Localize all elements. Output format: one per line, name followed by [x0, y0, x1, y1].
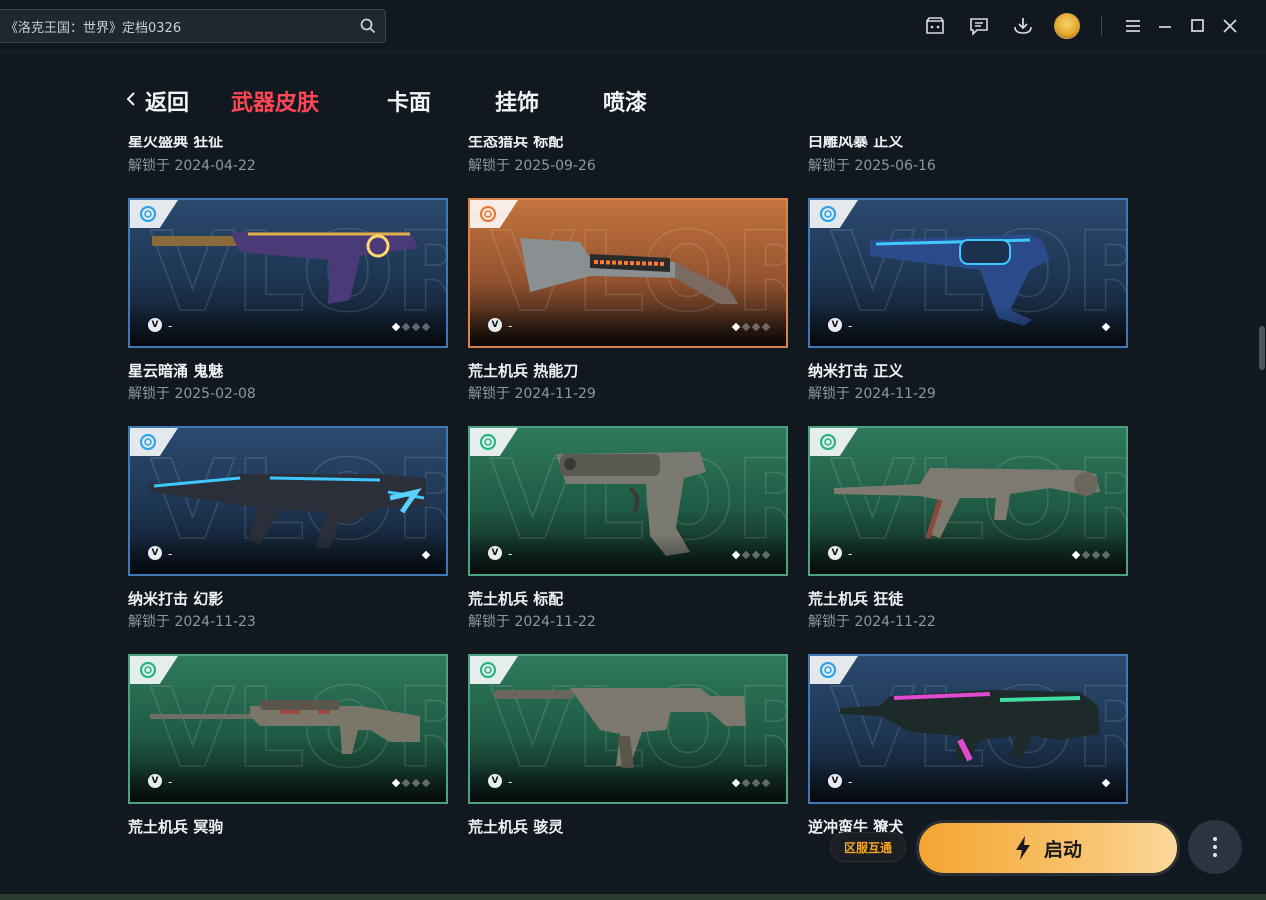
search-icon[interactable]: [359, 17, 377, 35]
item-name: 荒土机兵 冥驹: [128, 818, 224, 836]
skin-card[interactable]: VLORV-: [808, 426, 1128, 576]
variant-label: -: [168, 775, 173, 789]
tier-icon: [479, 205, 497, 223]
partial-row-clip: 星火盛典 狂征 生态猎兵 标配 白雕风暴 正义: [0, 136, 1266, 150]
valorant-logo-icon: V: [488, 774, 502, 788]
tier-icon: [139, 433, 157, 451]
maximize-icon[interactable]: [1185, 14, 1209, 38]
avatar[interactable]: [1054, 13, 1080, 39]
message-icon[interactable]: [967, 14, 991, 38]
tier-icon: [479, 433, 497, 451]
unlock-date: 解锁于 2024-11-22: [468, 614, 596, 630]
variant-dots: [421, 550, 431, 560]
skin-card[interactable]: VLORV-: [808, 654, 1128, 804]
skin-card[interactable]: VLORV-: [468, 654, 788, 804]
variant-dots: [731, 550, 771, 560]
valorant-logo-icon: V: [488, 318, 502, 332]
tier-icon: [819, 433, 837, 451]
tier-icon: [819, 661, 837, 679]
skin-card[interactable]: VLORV-: [468, 198, 788, 348]
valorant-logo-icon: V: [828, 546, 842, 560]
variant-label: -: [168, 547, 173, 561]
variant-label: -: [508, 547, 513, 561]
cross-region-badge: 区服互通: [830, 832, 906, 862]
variant-dots: [731, 778, 771, 788]
valorant-logo-icon: V: [828, 774, 842, 788]
title-bar: [0, 0, 1266, 52]
download-icon[interactable]: [1011, 14, 1035, 38]
tab-weapon-skins[interactable]: 武器皮肤: [231, 84, 319, 118]
skin-card[interactable]: VLORV-: [468, 426, 788, 576]
item-name: 星火盛典 狂征: [128, 136, 224, 150]
unlock-date: 解锁于 2024-11-22: [808, 614, 936, 630]
unlock-date: 解锁于 2024-04-22: [128, 158, 256, 174]
launch-label: 启动: [1043, 838, 1082, 861]
tier-icon: [819, 205, 837, 223]
variant-label: -: [168, 319, 173, 333]
valorant-logo-icon: V: [828, 318, 842, 332]
skin-card[interactable]: VLORV-: [128, 426, 448, 576]
search-box[interactable]: [0, 9, 386, 43]
menu-icon[interactable]: [1121, 14, 1145, 38]
back-chevron-icon[interactable]: [124, 89, 138, 109]
variant-dots: [1071, 550, 1111, 560]
variant-dots: [1101, 322, 1111, 332]
variant-label: -: [848, 547, 853, 561]
scrollbar-thumb[interactable]: [1259, 326, 1265, 370]
unlock-date: 解锁于 2024-11-29: [808, 386, 936, 402]
item-name: 星云暗涌 鬼魅: [128, 362, 224, 380]
unlock-date: 解锁于 2025-02-08: [128, 386, 256, 402]
tier-icon: [139, 661, 157, 679]
close-icon[interactable]: [1218, 14, 1242, 38]
tab-player-cards[interactable]: 卡面: [387, 84, 431, 118]
tier-icon: [139, 205, 157, 223]
variant-dots: [731, 322, 771, 332]
lightning-icon: [1015, 836, 1030, 860]
item-name: 荒土机兵 骇灵: [468, 818, 564, 836]
variant-label: -: [848, 319, 853, 333]
variant-label: -: [508, 319, 513, 333]
minimize-icon[interactable]: [1153, 14, 1177, 38]
item-name: 纳米打击 幻影: [128, 590, 224, 608]
unlock-date: 解锁于 2024-11-23: [128, 614, 256, 630]
store-icon[interactable]: [923, 14, 947, 38]
unlock-date: 解锁于 2024-11-29: [468, 386, 596, 402]
item-name: 荒土机兵 标配: [468, 590, 564, 608]
variant-label: -: [848, 775, 853, 789]
skin-card[interactable]: VLORV-: [128, 654, 448, 804]
tab-charms[interactable]: 挂饰: [495, 84, 539, 118]
divider: [1101, 16, 1102, 36]
search-input[interactable]: [5, 10, 345, 42]
valorant-logo-icon: V: [488, 546, 502, 560]
valorant-logo-icon: V: [148, 318, 162, 332]
more-vertical-icon[interactable]: [1188, 820, 1242, 874]
launch-button[interactable]: 启动: [916, 820, 1180, 876]
unlock-date: 解锁于 2025-09-26: [468, 158, 596, 174]
valorant-logo-icon: V: [148, 774, 162, 788]
variant-dots: [391, 322, 431, 332]
back-button[interactable]: 返回: [145, 84, 189, 118]
valorant-logo-icon: V: [148, 546, 162, 560]
bottom-strip: [0, 894, 1266, 900]
skin-card[interactable]: VLORV-: [128, 198, 448, 348]
unlock-date: 解锁于 2025-06-16: [808, 158, 936, 174]
variant-dots: [1101, 778, 1111, 788]
tab-sprays[interactable]: 喷漆: [603, 84, 647, 118]
variant-label: -: [508, 775, 513, 789]
item-name: 纳米打击 正义: [808, 362, 904, 380]
item-name: 荒土机兵 狂徒: [808, 590, 904, 608]
item-name: 荒土机兵 热能刀: [468, 362, 579, 380]
skin-card[interactable]: VLORV-: [808, 198, 1128, 348]
tier-icon: [479, 661, 497, 679]
item-name: 生态猎兵 标配: [468, 136, 564, 150]
variant-dots: [391, 778, 431, 788]
item-name: 白雕风暴 正义: [808, 136, 904, 150]
